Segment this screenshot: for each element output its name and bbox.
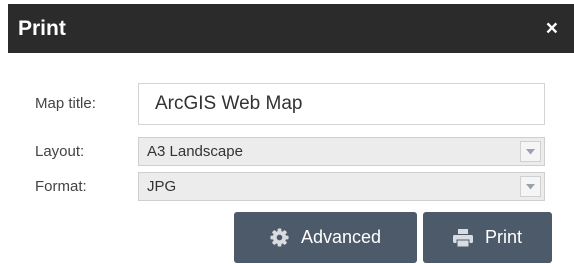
chevron-down-icon[interactable] bbox=[520, 176, 541, 197]
layout-select-value: A3 Landscape bbox=[147, 143, 243, 160]
dialog-title: Print bbox=[18, 16, 66, 40]
map-title-label: Map title: bbox=[35, 95, 96, 112]
gear-icon bbox=[270, 228, 289, 247]
advanced-button-label: Advanced bbox=[300, 227, 382, 247]
advanced-button[interactable]: Advanced bbox=[234, 212, 417, 263]
dialog-header: Print × bbox=[8, 4, 574, 53]
printer-icon bbox=[452, 228, 473, 247]
format-label: Format: bbox=[35, 178, 87, 195]
print-button-label: Print bbox=[484, 227, 522, 247]
print-button[interactable]: Print bbox=[423, 212, 552, 263]
layout-label: Layout: bbox=[35, 143, 85, 160]
format-select-value: JPG bbox=[147, 178, 177, 195]
close-icon[interactable]: × bbox=[546, 18, 558, 39]
map-title-input[interactable] bbox=[138, 83, 545, 125]
layout-select[interactable]: A3 Landscape bbox=[138, 137, 545, 166]
format-select[interactable]: JPG bbox=[138, 172, 545, 201]
chevron-down-icon[interactable] bbox=[520, 141, 541, 162]
